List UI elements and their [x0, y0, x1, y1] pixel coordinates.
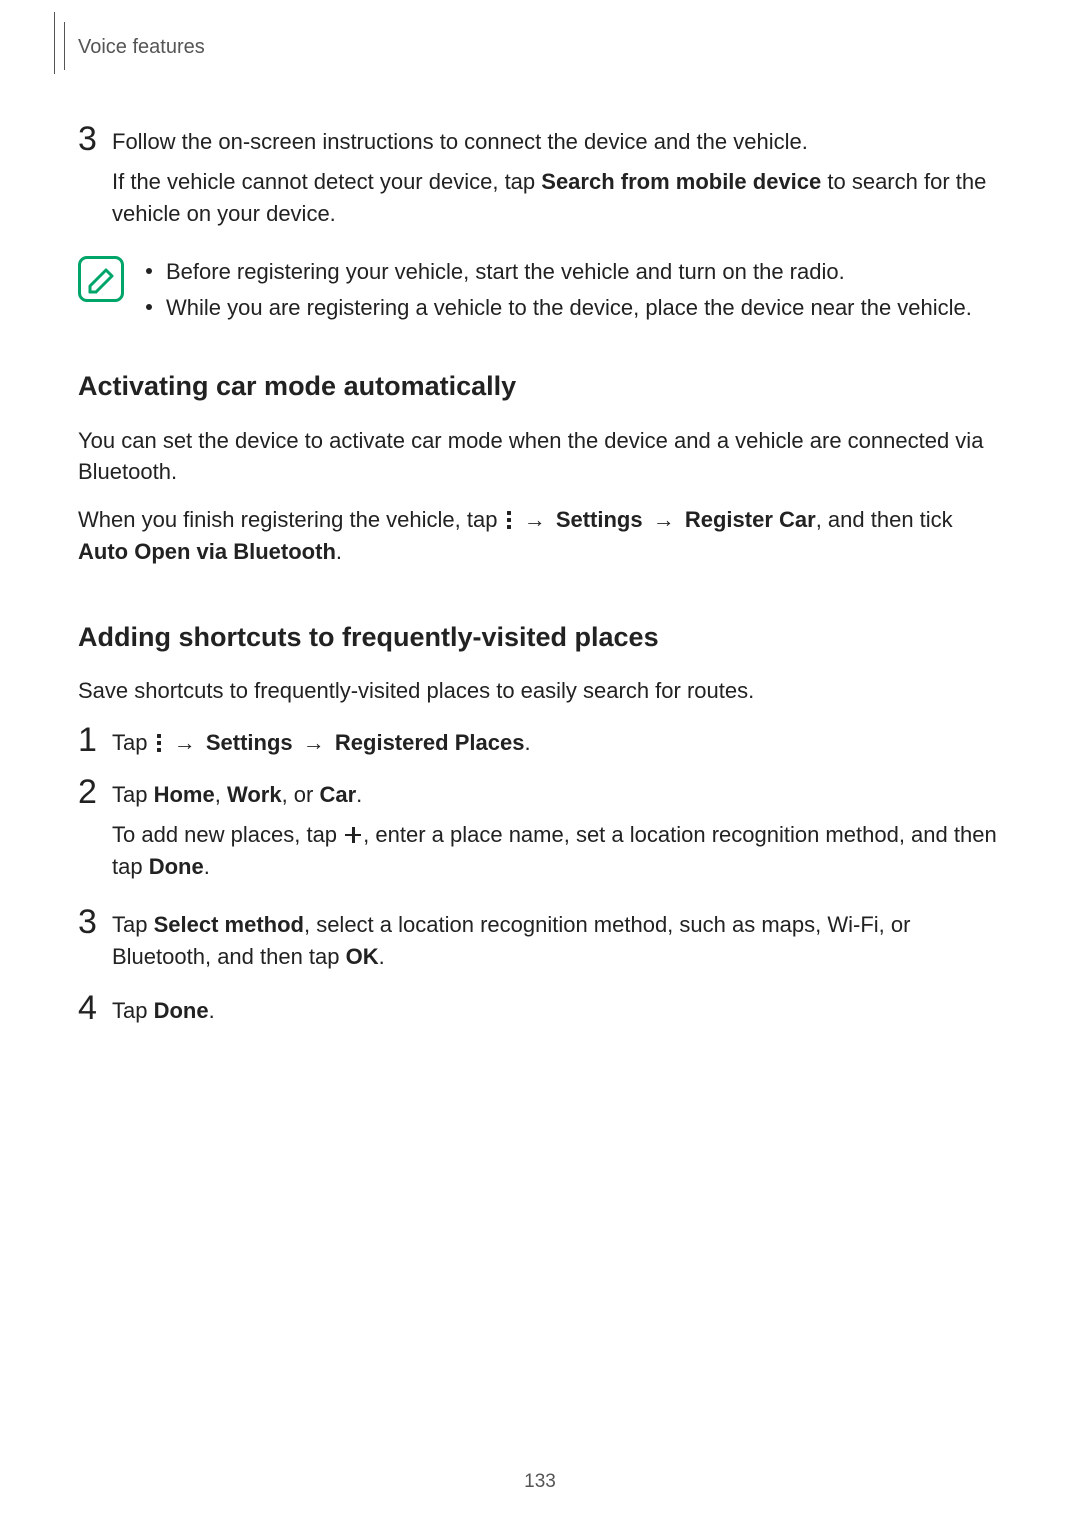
more-options-icon	[156, 734, 162, 752]
step-3-intro: 3 Follow the on-screen instructions to c…	[78, 126, 1002, 158]
header-rule-outer	[54, 12, 55, 74]
sectionA-p2: When you finish registering the vehicle,…	[78, 504, 1002, 568]
step-body: Follow the on-screen instructions to con…	[112, 126, 1002, 158]
sectionA-register: Register Car	[685, 507, 816, 532]
note-text-1: Before registering your vehicle, start t…	[166, 256, 845, 288]
step1-pre: Tap	[112, 730, 154, 755]
step4-pre: Tap	[112, 998, 154, 1023]
document-page: Voice features 3 Follow the on-screen in…	[0, 0, 1080, 1527]
note-icon-wrap	[78, 256, 138, 302]
step-body: Tap Done.	[112, 995, 1002, 1027]
running-header: Voice features	[78, 30, 1002, 74]
arrow-icon: →	[174, 730, 196, 755]
page-number: 133	[0, 1471, 1080, 1493]
step-3: 3 Tap Select method, select a location r…	[78, 909, 1002, 973]
step2-sub-pre: To add new places, tap	[112, 822, 343, 847]
step3-select: Select method	[154, 912, 304, 937]
sectionA-settings: Settings	[556, 507, 643, 532]
step2-sub: To add new places, tap , enter a place n…	[112, 819, 1002, 883]
step-number: 4	[78, 991, 112, 1025]
step1-settings: Settings	[206, 730, 293, 755]
bullet-icon	[146, 304, 152, 310]
more-options-icon	[506, 511, 512, 529]
arrow-icon: →	[524, 507, 546, 532]
step-number: 3	[78, 905, 112, 939]
step3-pre: Tap	[112, 912, 154, 937]
step2-sub-end: .	[204, 854, 210, 879]
step3-bold: Search from mobile device	[541, 169, 821, 194]
step2-home: Home	[154, 782, 215, 807]
note-icon	[78, 256, 124, 302]
sectionA-p1: You can set the device to activate car m…	[78, 425, 1002, 489]
bullet-icon	[146, 268, 152, 274]
step3-line1: Follow the on-screen instructions to con…	[112, 129, 808, 154]
step1-end: .	[524, 730, 530, 755]
step-4: 4 Tap Done.	[78, 995, 1002, 1027]
step-2: 2 Tap Home, Work, or Car.	[78, 779, 1002, 811]
step1-places: Registered Places	[335, 730, 525, 755]
plus-icon	[345, 827, 361, 843]
step3-sub: If the vehicle cannot detect your device…	[112, 166, 1002, 230]
step4-end: .	[209, 998, 215, 1023]
step-number: 3	[78, 122, 112, 156]
step3-ok: OK	[346, 944, 379, 969]
step4-done: Done	[154, 998, 209, 1023]
note-text-2: While you are registering a vehicle to t…	[166, 292, 972, 324]
note-item-1: Before registering your vehicle, start t…	[146, 256, 1002, 288]
step-body: Tap Select method, select a location rec…	[112, 909, 1002, 973]
step3-end: .	[379, 944, 385, 969]
step2-work: Work	[227, 782, 282, 807]
heading-activating: Activating car mode automatically	[78, 367, 1002, 406]
step-body: Tap Home, Work, or Car.	[112, 779, 1002, 811]
step3-line2a: If the vehicle cannot detect your device…	[112, 169, 541, 194]
sectionA-bold: Auto Open via Bluetooth	[78, 539, 336, 564]
step2-pre: Tap	[112, 782, 154, 807]
heading-shortcuts: Adding shortcuts to frequently-visited p…	[78, 618, 1002, 657]
step-1: 1 Tap → Settings → Registered Places.	[78, 727, 1002, 759]
note-item-2: While you are registering a vehicle to t…	[146, 292, 1002, 324]
arrow-icon: →	[303, 730, 325, 755]
step-number: 1	[78, 723, 112, 757]
step-body: Tap → Settings → Registered Places.	[112, 727, 1002, 759]
header-section-title: Voice features	[78, 36, 205, 59]
step2-end: .	[356, 782, 362, 807]
page-content: 3 Follow the on-screen instructions to c…	[78, 126, 1002, 1026]
sectionA-p2b: , and then tick	[816, 507, 953, 532]
step2-or: , or	[282, 782, 320, 807]
sectionA-p2a: When you finish registering the vehicle,…	[78, 507, 504, 532]
sectionB-p1: Save shortcuts to frequently-visited pla…	[78, 675, 1002, 707]
arrow-icon: →	[653, 507, 675, 532]
sectionA-p2c: .	[336, 539, 342, 564]
step2-car: Car	[319, 782, 356, 807]
note-block: Before registering your vehicle, start t…	[78, 256, 1002, 328]
step2-done: Done	[149, 854, 204, 879]
note-list: Before registering your vehicle, start t…	[146, 256, 1002, 328]
header-rule-inner	[64, 22, 65, 70]
step-number: 2	[78, 775, 112, 809]
